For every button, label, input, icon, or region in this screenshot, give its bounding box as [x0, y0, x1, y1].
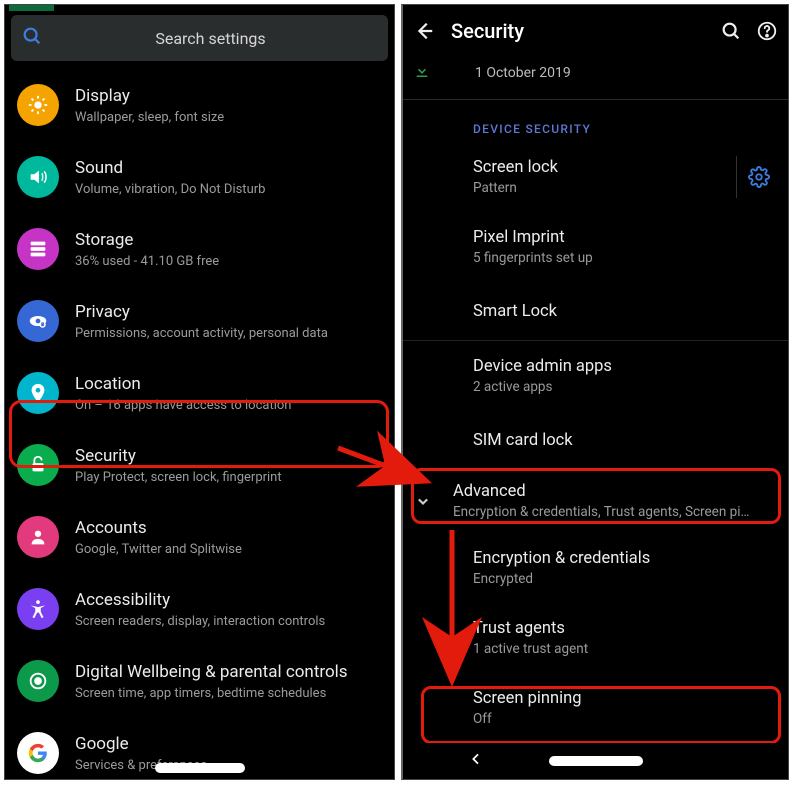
item-subtitle: On – 16 apps have access to location	[75, 397, 291, 414]
security-item-device-admin[interactable]: Device admin apps 2 active apps	[403, 341, 788, 411]
item-subtitle: Pattern	[473, 180, 736, 197]
item-subtitle: Screen time, app timers, bedtime schedul…	[75, 685, 348, 702]
item-subtitle: Wallpaper, sleep, font size	[75, 109, 224, 126]
section-header-device-security: DEVICE SECURITY	[403, 100, 788, 142]
item-title: Google	[75, 733, 207, 755]
storage-icon	[17, 228, 59, 270]
item-title: Storage	[75, 229, 219, 251]
item-subtitle: Off	[473, 711, 773, 728]
search-button[interactable]	[718, 18, 744, 44]
settings-item-accessibility[interactable]: Accessibility Screen readers, display, in…	[5, 573, 394, 645]
system-nav-bar	[403, 743, 788, 779]
sound-icon	[17, 156, 59, 198]
page-title: Security	[451, 19, 708, 43]
item-title: Accounts	[75, 517, 242, 539]
item-title: Screen pinning	[473, 688, 780, 709]
settings-item-location[interactable]: Location On – 16 apps have access to loca…	[5, 357, 394, 429]
security-item-trust-agents[interactable]: Trust agents 1 active trust agent	[403, 603, 788, 673]
item-title: Pixel Imprint	[473, 227, 780, 248]
settings-item-security[interactable]: Security Play Protect, screen lock, finge…	[5, 429, 394, 501]
settings-main-screen: Search settings Display Wallpaper, sleep,…	[4, 4, 395, 780]
wellbeing-icon	[17, 660, 59, 702]
security-icon	[17, 444, 59, 486]
settings-item-wellbeing[interactable]: Digital Wellbeing & parental controls Scr…	[5, 645, 394, 717]
security-update-row[interactable]: 1 October 2019	[403, 57, 788, 100]
security-update-date: 1 October 2019	[475, 65, 571, 81]
top-app-bar: Security	[403, 5, 788, 57]
item-title: Trust agents	[473, 618, 780, 639]
item-title: Sound	[75, 157, 265, 179]
item-title: Display	[75, 85, 224, 107]
item-subtitle: Encryption & credentials, Trust agents, …	[453, 504, 753, 521]
item-title: Device admin apps	[473, 356, 780, 377]
item-subtitle: Screen readers, display, interaction con…	[75, 613, 325, 630]
download-icon	[413, 62, 437, 84]
nav-home-pill[interactable]	[155, 763, 245, 773]
settings-item-accounts[interactable]: Accounts Google, Twitter and Splitwise	[5, 501, 394, 573]
help-button[interactable]	[754, 18, 780, 44]
screen-lock-settings-button[interactable]	[736, 156, 780, 198]
google-icon	[17, 732, 59, 774]
security-item-smart-lock[interactable]: Smart Lock	[403, 282, 788, 340]
item-title: SIM card lock	[473, 430, 780, 451]
item-title: Digital Wellbeing & parental controls	[75, 661, 348, 683]
item-title: Security	[75, 445, 282, 467]
settings-item-storage[interactable]: Storage 36% used - 41.10 GB free	[5, 213, 394, 285]
security-item-encryption[interactable]: Encryption & credentials Encrypted	[403, 533, 788, 603]
location-icon	[17, 372, 59, 414]
item-title: Encryption & credentials	[473, 548, 780, 569]
item-subtitle: 36% used - 41.10 GB free	[75, 253, 219, 270]
item-subtitle: Permissions, account activity, personal …	[75, 325, 328, 342]
back-button[interactable]	[411, 18, 437, 44]
privacy-icon	[17, 300, 59, 342]
item-subtitle: Google, Twitter and Splitwise	[75, 541, 242, 558]
item-subtitle: Play Protect, screen lock, fingerprint	[75, 469, 282, 486]
item-title: Advanced	[453, 481, 780, 502]
item-title: Accessibility	[75, 589, 325, 611]
status-bar-fragment	[9, 5, 54, 11]
accessibility-icon	[17, 588, 59, 630]
item-title: Smart Lock	[473, 301, 780, 322]
item-subtitle: 2 active apps	[473, 379, 773, 396]
settings-item-display[interactable]: Display Wallpaper, sleep, font size	[5, 69, 394, 141]
security-item-pixel-imprint[interactable]: Pixel Imprint 5 fingerprints set up	[403, 212, 788, 282]
security-item-advanced[interactable]: Advanced Encryption & credentials, Trust …	[403, 469, 788, 533]
item-title: Screen lock	[473, 157, 736, 178]
item-subtitle: Volume, vibration, Do Not Disturb	[75, 181, 265, 198]
settings-item-privacy[interactable]: Privacy Permissions, account activity, pe…	[5, 285, 394, 357]
settings-list: Display Wallpaper, sleep, font size Sound…	[5, 69, 394, 780]
item-title: Privacy	[75, 301, 328, 323]
chevron-down-icon	[413, 491, 453, 511]
nav-back-button[interactable]	[468, 751, 484, 771]
item-subtitle: Encrypted	[473, 571, 773, 588]
search-icon	[21, 25, 43, 51]
search-settings-bar[interactable]: Search settings	[11, 15, 388, 61]
item-subtitle: 1 active trust agent	[473, 641, 773, 658]
security-item-sim-lock[interactable]: SIM card lock	[403, 411, 788, 469]
search-placeholder: Search settings	[43, 29, 378, 48]
nav-home-pill[interactable]	[549, 756, 643, 766]
item-subtitle: 5 fingerprints set up	[473, 250, 773, 267]
item-title: Location	[75, 373, 291, 395]
security-item-screen-pinning[interactable]: Screen pinning Off	[403, 673, 788, 743]
security-item-screen-lock[interactable]: Screen lock Pattern	[403, 142, 788, 212]
settings-item-sound[interactable]: Sound Volume, vibration, Do Not Disturb	[5, 141, 394, 213]
display-icon	[17, 84, 59, 126]
security-settings-screen: Security 1 October 2019 DEVICE SECURITY …	[401, 4, 789, 780]
accounts-icon	[17, 516, 59, 558]
